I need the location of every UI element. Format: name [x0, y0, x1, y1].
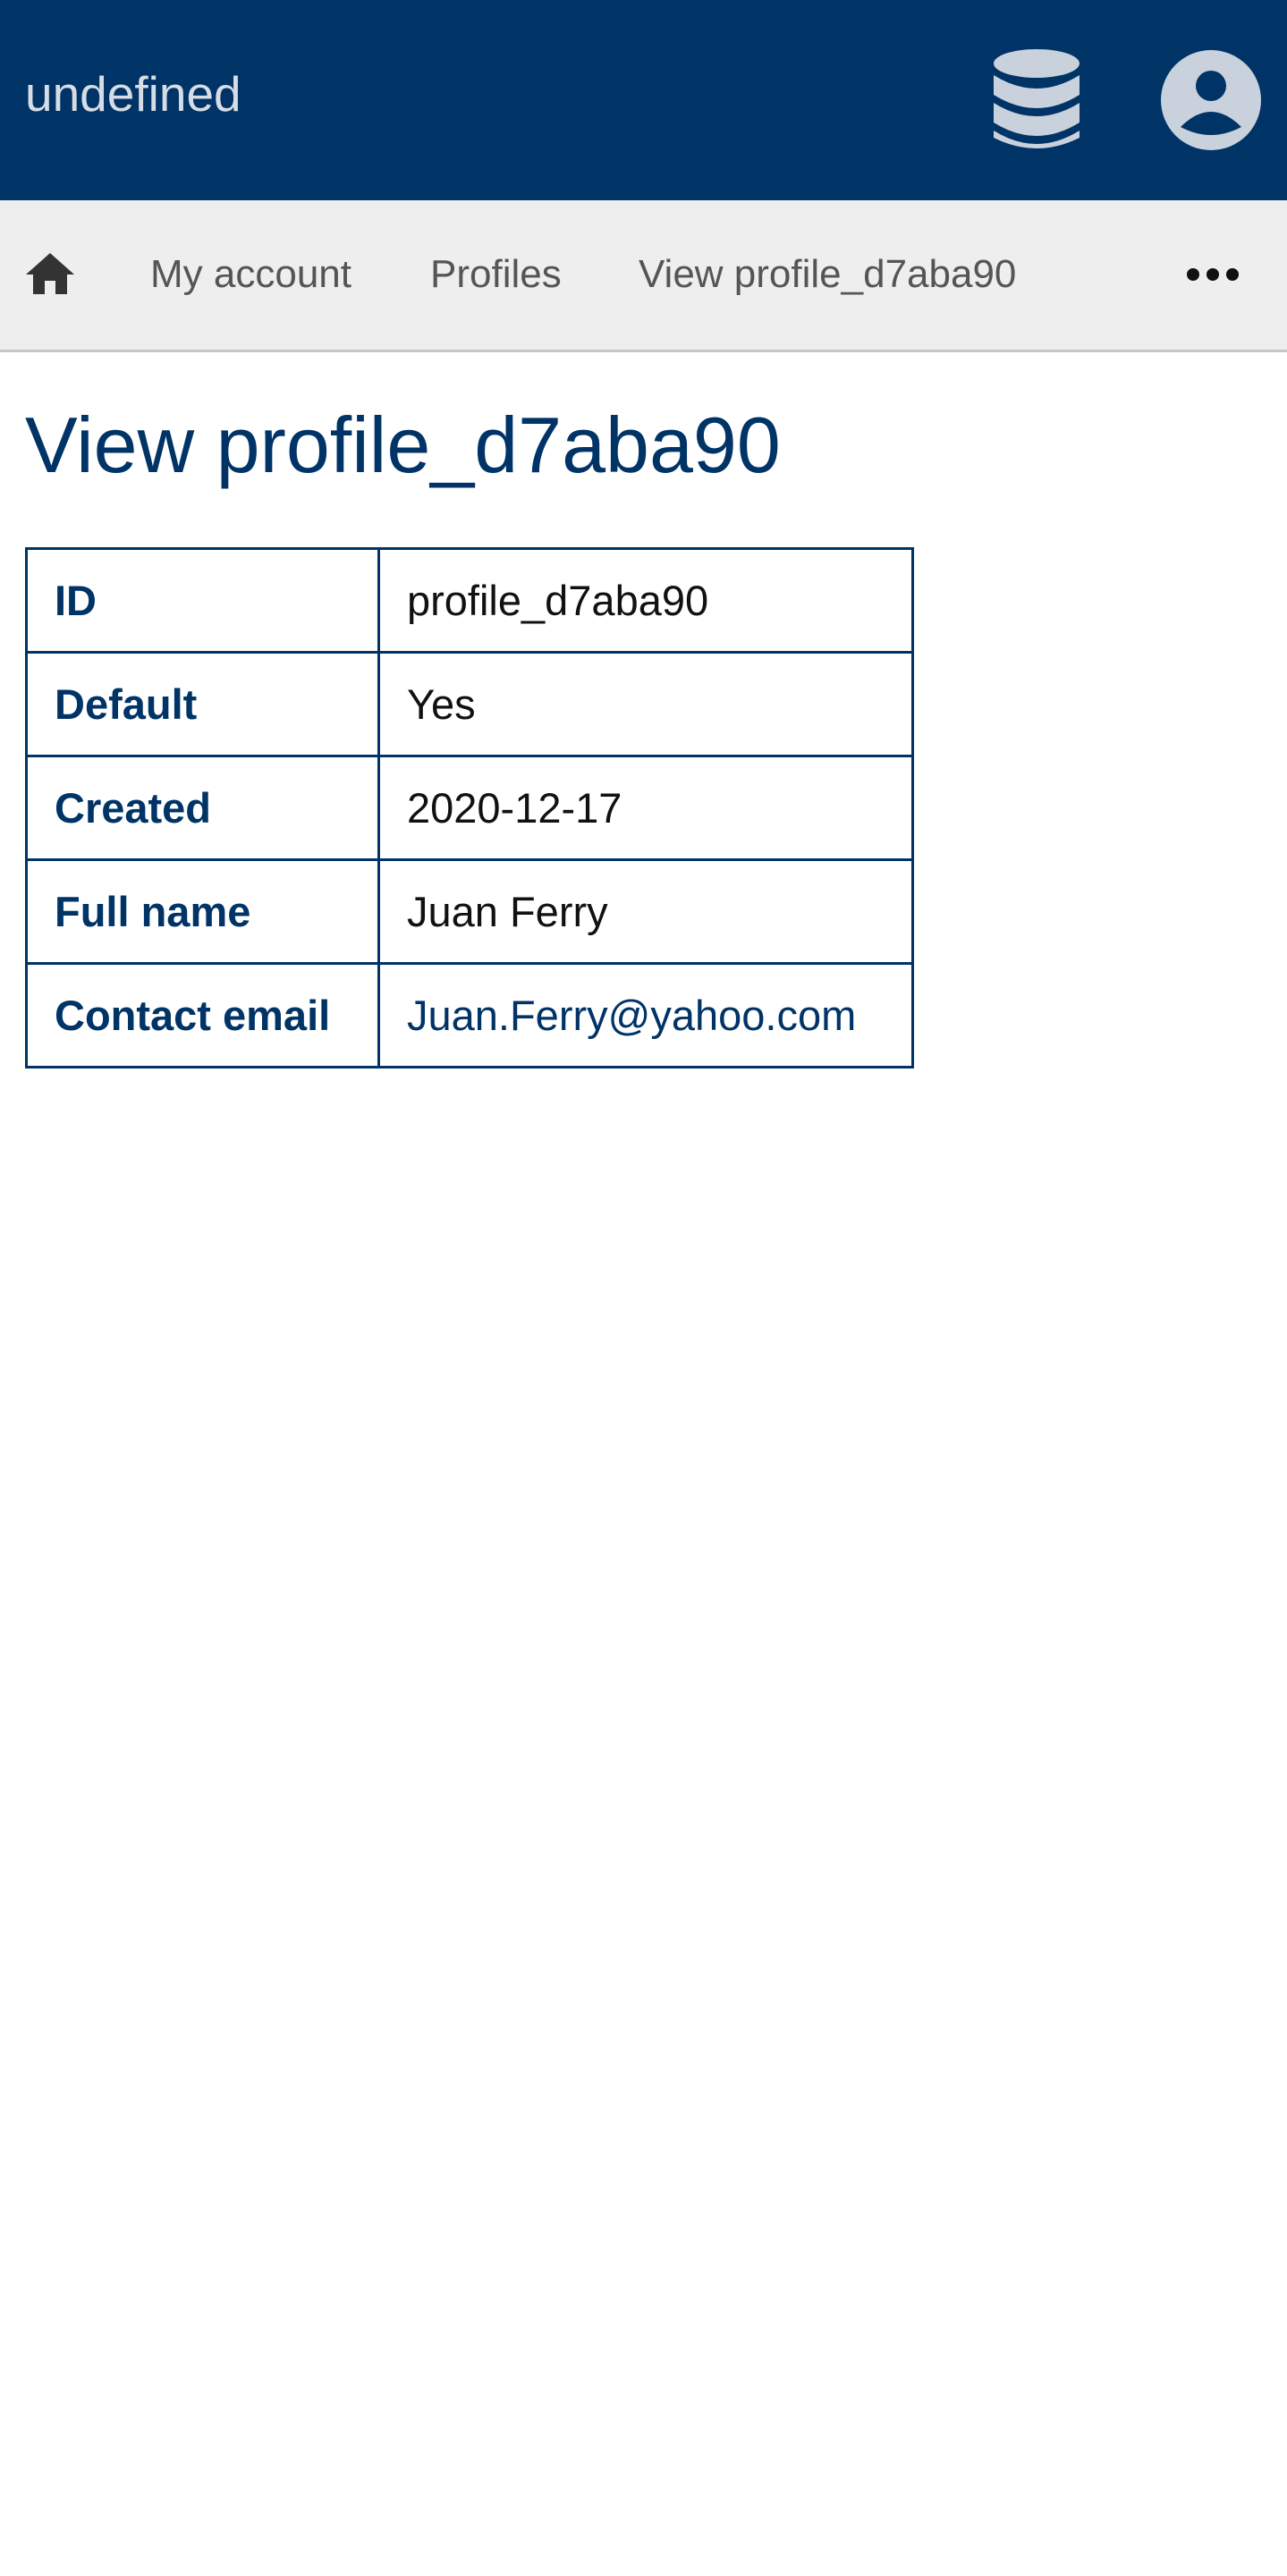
field-label-full-name: Full name: [25, 858, 380, 965]
field-value-default: Yes: [377, 651, 914, 757]
table-row: Created 2020-12-17: [25, 755, 914, 861]
field-value-full-name: Juan Ferry: [377, 858, 914, 965]
field-value-id: profile_d7aba90: [377, 547, 914, 654]
user-circle-icon: [1161, 50, 1261, 150]
field-label-id: ID: [25, 547, 380, 654]
top-bar: undefined: [0, 0, 1287, 200]
table-row: Default Yes: [25, 651, 914, 757]
home-link[interactable]: [21, 245, 79, 302]
field-value-created: 2020-12-17: [377, 755, 914, 861]
field-value-contact-email: Juan.Ferry@yahoo.com: [377, 962, 914, 1068]
contact-email-link[interactable]: Juan.Ferry@yahoo.com: [407, 992, 856, 1039]
user-account-button[interactable]: [1157, 46, 1265, 154]
home-icon: [26, 253, 74, 294]
database-icon: [994, 49, 1080, 148]
page-title: View profile_d7aba90: [25, 401, 781, 489]
table-row: Contact email Juan.Ferry@yahoo.com: [25, 962, 914, 1068]
profile-details-table: ID profile_d7aba90 Default Yes Created 2…: [25, 547, 914, 1068]
field-label-created: Created: [25, 755, 380, 861]
more-menu-button[interactable]: [1177, 245, 1249, 304]
more-horizontal-icon: [1187, 268, 1239, 281]
field-label-contact-email: Contact email: [25, 962, 380, 1068]
breadcrumb-profiles[interactable]: Profiles: [430, 245, 562, 304]
database-button[interactable]: [984, 46, 1089, 154]
field-label-default: Default: [25, 651, 380, 757]
breadcrumb-my-account[interactable]: My account: [150, 245, 351, 304]
app-title: undefined: [25, 66, 241, 122]
table-row: ID profile_d7aba90: [25, 547, 914, 654]
breadcrumb: My account Profiles View profile_d7aba90: [0, 200, 1287, 352]
table-row: Full name Juan Ferry: [25, 858, 914, 965]
breadcrumb-view-profile[interactable]: View profile_d7aba90: [639, 245, 1016, 304]
